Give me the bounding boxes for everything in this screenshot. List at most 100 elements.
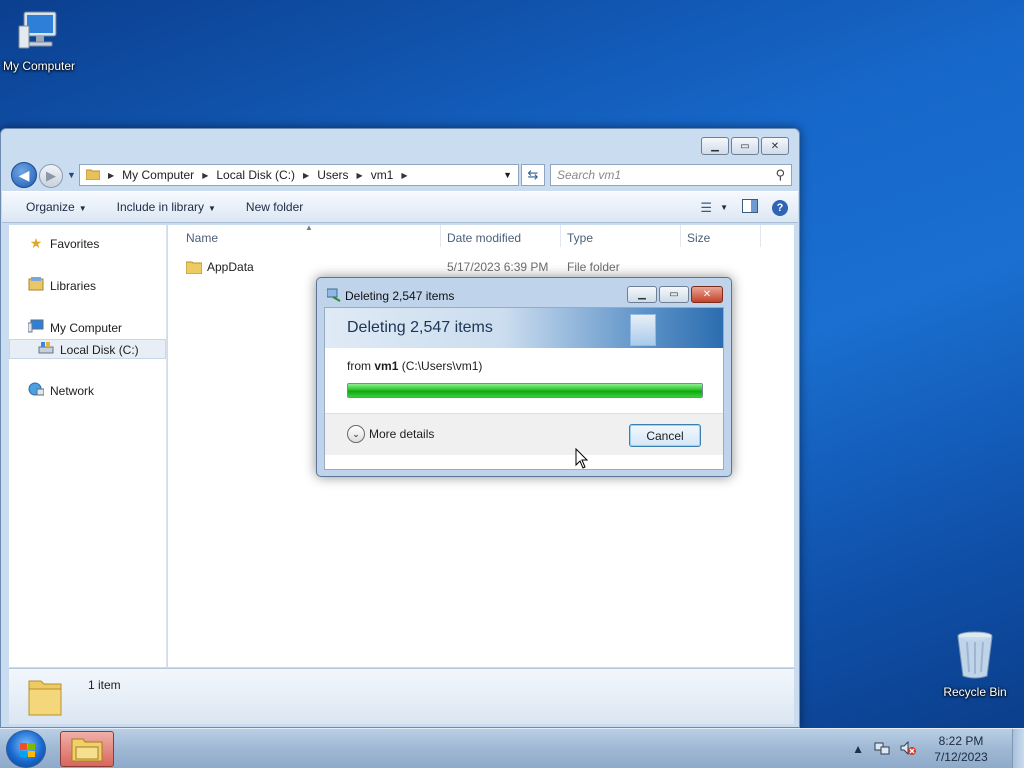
star-icon: ★ bbox=[29, 235, 43, 251]
system-tray: ▲ 8:22 PM 7/12/2023 bbox=[852, 729, 1024, 768]
desktop-icon-label: Recycle Bin bbox=[943, 685, 1007, 699]
show-hidden-icons-icon[interactable]: ▲ bbox=[852, 742, 864, 756]
column-header-size[interactable]: Size bbox=[687, 231, 710, 245]
minimize-button[interactable]: ▁ bbox=[701, 137, 729, 155]
nav-item-network[interactable]: Network bbox=[27, 382, 94, 399]
nav-item-my-computer[interactable]: My Computer bbox=[27, 319, 122, 336]
desktop-icon-label: My Computer bbox=[2, 59, 76, 73]
desktop-icon-my-computer[interactable]: My Computer bbox=[0, 8, 81, 73]
taskbar-explorer-button[interactable] bbox=[60, 731, 114, 767]
show-desktop-button[interactable] bbox=[1012, 729, 1024, 768]
breadcrumb-separator-icon[interactable]: ▶ bbox=[401, 171, 407, 180]
change-view-button[interactable]: ☰ ▼ bbox=[700, 200, 728, 216]
recent-pages-dropdown[interactable]: ▼ bbox=[67, 170, 76, 180]
maximize-button[interactable]: ▭ bbox=[659, 286, 689, 303]
column-header-date-modified[interactable]: Date modified bbox=[447, 231, 521, 245]
breadcrumb-separator-icon[interactable]: ▶ bbox=[202, 171, 208, 180]
nav-item-local-disk[interactable]: Local Disk (C:) bbox=[37, 341, 139, 358]
delete-progress-dialog: Deleting 2,547 items ▁ ▭ ✕ Deleting 2,54… bbox=[316, 277, 732, 477]
nav-item-label: Local Disk (C:) bbox=[60, 342, 139, 357]
search-input[interactable]: Search vm1 ⚲ bbox=[550, 164, 792, 186]
details-pane: 1 item bbox=[9, 668, 794, 724]
chevron-down-icon: ▼ bbox=[78, 204, 87, 213]
explorer-folder-icon bbox=[71, 738, 103, 762]
nav-item-label: Favorites bbox=[50, 236, 100, 251]
progress-bar-fill bbox=[348, 384, 702, 397]
preview-pane-button[interactable] bbox=[742, 199, 758, 216]
column-header-name[interactable]: Name bbox=[186, 231, 218, 245]
organize-button[interactable]: Organize ▼ bbox=[26, 200, 87, 214]
nav-item-libraries[interactable]: Libraries bbox=[27, 277, 96, 294]
volume-muted-icon[interactable] bbox=[900, 740, 916, 758]
cancel-button[interactable]: Cancel bbox=[629, 424, 701, 447]
delete-dialog-icon bbox=[326, 288, 341, 302]
address-dropdown-icon[interactable]: ▼ bbox=[503, 170, 512, 180]
refresh-button[interactable]: ⇆ bbox=[521, 164, 545, 186]
include-in-library-label: Include in library bbox=[116, 200, 204, 214]
maximize-button[interactable]: ▭ bbox=[731, 137, 759, 155]
drive-icon bbox=[37, 341, 55, 358]
dialog-heading: Deleting 2,547 items bbox=[347, 319, 493, 336]
nav-item-label: Libraries bbox=[50, 278, 97, 293]
column-divider[interactable] bbox=[760, 225, 761, 247]
column-divider[interactable] bbox=[560, 225, 561, 247]
include-in-library-button[interactable]: Include in library ▼ bbox=[117, 200, 216, 214]
dialog-header: Deleting 2,547 items bbox=[325, 308, 723, 348]
dialog-title: Deleting 2,547 items bbox=[345, 289, 455, 303]
new-folder-button[interactable]: New folder bbox=[246, 200, 303, 214]
folder-icon bbox=[85, 168, 101, 183]
breadcrumb-local-disk[interactable]: Local Disk (C:) bbox=[216, 168, 295, 182]
source-path: (C:\Users\vm1) bbox=[398, 359, 483, 373]
breadcrumb-separator-icon[interactable]: ▶ bbox=[108, 171, 114, 180]
nav-item-label: Network bbox=[50, 383, 95, 398]
more-details-toggle[interactable]: ⌄ More details bbox=[347, 425, 434, 443]
clock-time: 8:22 PM bbox=[938, 734, 984, 748]
clock-date: 7/12/2023 bbox=[934, 750, 988, 764]
search-icon[interactable]: ⚲ bbox=[775, 167, 785, 183]
desktop-icon-recycle-bin[interactable]: Recycle Bin bbox=[933, 630, 1017, 699]
libraries-icon bbox=[27, 277, 45, 294]
clock[interactable]: 8:22 PM 7/12/2023 bbox=[926, 733, 996, 765]
breadcrumb-separator-icon[interactable]: ▶ bbox=[303, 171, 309, 180]
column-divider[interactable] bbox=[440, 225, 441, 247]
view-controls: ☰ ▼ ? bbox=[700, 199, 788, 216]
computer-icon bbox=[27, 319, 45, 336]
source-prefix: from bbox=[347, 359, 375, 373]
dialog-footer: ⌄ More details Cancel bbox=[325, 413, 723, 455]
windows-logo-icon bbox=[20, 743, 35, 757]
back-button[interactable]: ◀ bbox=[11, 162, 37, 188]
close-button[interactable]: ✕ bbox=[691, 286, 723, 303]
row-date-modified: 5/17/2023 6:39 PM bbox=[447, 260, 549, 274]
column-header-type[interactable]: Type bbox=[567, 231, 593, 245]
progress-bar bbox=[347, 383, 703, 398]
forward-arrow-icon: ▶ bbox=[46, 168, 56, 183]
window-controls: ▁ ▭ ✕ bbox=[701, 137, 789, 155]
address-row: ◀ ▶ ▼ ▶ My Computer ▶ Local Disk (C:) ▶ … bbox=[9, 162, 792, 188]
organize-label: Organize bbox=[26, 200, 75, 214]
breadcrumb-vm1[interactable]: vm1 bbox=[371, 168, 394, 182]
breadcrumb-my-computer[interactable]: My Computer bbox=[122, 168, 194, 182]
address-bar[interactable]: ▶ My Computer ▶ Local Disk (C:) ▶ Users … bbox=[79, 164, 519, 186]
taskbar: ▲ 8:22 PM 7/12/2023 bbox=[0, 728, 1024, 768]
nav-item-favorites[interactable]: ★ Favorites bbox=[27, 235, 100, 252]
help-icon[interactable]: ? bbox=[772, 199, 788, 216]
start-button[interactable] bbox=[6, 730, 46, 768]
search-placeholder: Search vm1 bbox=[557, 168, 622, 182]
item-count: 1 item bbox=[88, 678, 121, 692]
row-type: File folder bbox=[567, 260, 620, 274]
breadcrumb-separator-icon[interactable]: ▶ bbox=[357, 171, 363, 180]
view-list-icon: ☰ bbox=[700, 199, 713, 215]
more-details-label: More details bbox=[369, 427, 435, 441]
source-line: from vm1 (C:\Users\vm1) bbox=[347, 359, 482, 373]
chevron-down-icon: ⌄ bbox=[347, 425, 365, 443]
minimize-button[interactable]: ▁ bbox=[627, 286, 657, 303]
breadcrumb-users[interactable]: Users bbox=[317, 168, 348, 182]
close-button[interactable]: ✕ bbox=[761, 137, 789, 155]
nav-item-label: My Computer bbox=[50, 320, 123, 335]
column-divider[interactable] bbox=[680, 225, 681, 247]
recycle-animation-icon bbox=[630, 314, 656, 346]
recycle-bin-icon bbox=[933, 630, 1017, 683]
network-status-icon[interactable] bbox=[874, 741, 890, 758]
back-arrow-icon: ◀ bbox=[18, 166, 30, 183]
forward-button[interactable]: ▶ bbox=[39, 164, 63, 188]
